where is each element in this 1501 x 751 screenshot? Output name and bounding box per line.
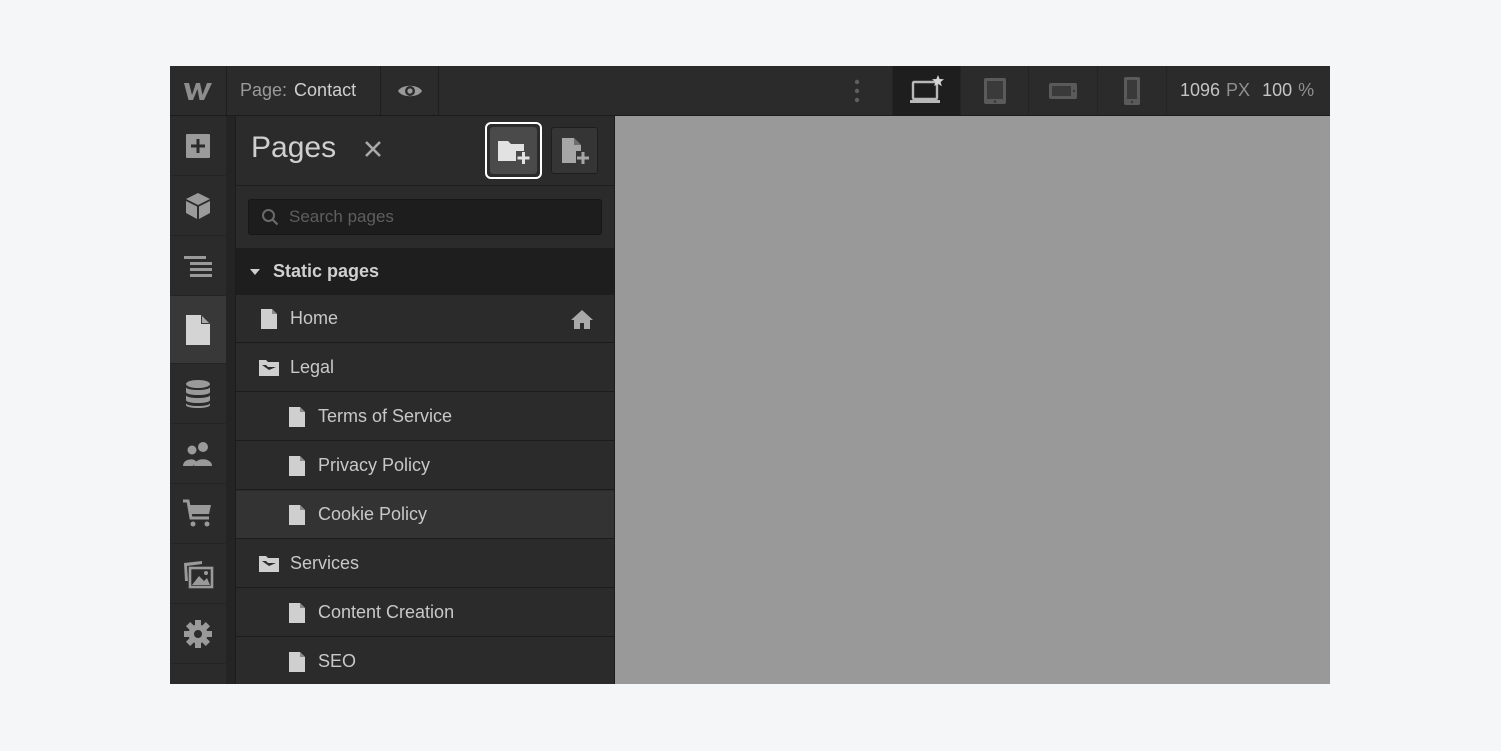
- folder-icon: [259, 359, 279, 376]
- breakpoint-mobile-landscape[interactable]: [1028, 66, 1096, 115]
- eye-icon: [398, 85, 422, 96]
- navigator-panel-button[interactable]: [170, 236, 226, 296]
- page-icon-wrap: [258, 308, 280, 330]
- home-icon: [571, 310, 593, 329]
- mobile-landscape-icon: [1048, 82, 1077, 99]
- folder-icon: [259, 555, 279, 572]
- folder-row[interactable]: Legal: [236, 344, 614, 392]
- zoom-value: 100: [1262, 80, 1293, 100]
- design-canvas[interactable]: [615, 116, 1330, 684]
- page-icon-wrap: [286, 504, 308, 526]
- more-options-button[interactable]: [842, 66, 872, 115]
- current-page-indicator[interactable]: Page: Contact: [227, 66, 381, 115]
- breakpoint-mobile-portrait[interactable]: [1097, 66, 1165, 115]
- users-panel-button[interactable]: [170, 424, 226, 484]
- page-icon-wrap: [286, 602, 308, 624]
- page-row[interactable]: SEO: [236, 638, 614, 684]
- row-label: Services: [290, 553, 360, 573]
- webflow-logo-icon: [184, 82, 212, 100]
- users-icon: [183, 441, 212, 466]
- close-icon: [365, 141, 381, 157]
- section-label: Static pages: [273, 261, 380, 281]
- home-page-badge: [570, 308, 594, 335]
- width-unit: PX: [1226, 80, 1251, 100]
- row-label: Cookie Policy: [318, 504, 428, 524]
- folder-row[interactable]: Services: [236, 540, 614, 588]
- page-plus-icon: [561, 137, 589, 164]
- ecommerce-panel-button[interactable]: [170, 484, 226, 544]
- row-label: Legal: [290, 357, 335, 377]
- page-icon: [289, 602, 305, 623]
- page-row[interactable]: Privacy Policy: [236, 442, 614, 490]
- folder-icon-wrap: [258, 555, 280, 573]
- page-icon: [261, 308, 277, 329]
- gear-icon: [184, 619, 212, 648]
- search-icon: [262, 209, 279, 226]
- static-pages-section-toggle[interactable]: Static pages: [236, 248, 614, 295]
- add-folder-button-inner: [490, 127, 537, 174]
- folder-icon-wrap: [258, 359, 280, 377]
- row-label: Terms of Service: [318, 406, 453, 426]
- database-icon: [186, 379, 210, 408]
- zoom-unit: %: [1298, 80, 1315, 100]
- page-icon: [289, 651, 305, 672]
- add-folder-button[interactable]: [485, 122, 542, 179]
- cube-icon: [186, 192, 210, 219]
- page-row[interactable]: Terms of Service: [236, 393, 614, 441]
- panel-divider: [236, 185, 614, 186]
- add-icon: [186, 133, 210, 158]
- caret-down-icon: [250, 268, 260, 275]
- page-icon-wrap: [286, 406, 308, 428]
- row-label: SEO: [318, 651, 357, 671]
- pages-panel: Pages Search pages Static pages Home Leg…: [235, 116, 615, 684]
- row-label: Privacy Policy: [318, 455, 431, 475]
- breakpoint-desktop[interactable]: [892, 66, 960, 115]
- settings-panel-button[interactable]: [170, 604, 226, 664]
- navigator-icon: [184, 255, 212, 277]
- canvas-dimensions: 1096 PX 100 %: [1166, 66, 1330, 115]
- page-icon: [186, 314, 210, 345]
- page-row[interactable]: Cookie Policy: [236, 491, 614, 539]
- designer-app: Page: Contact 1096 PX 100 % Pages Search…: [170, 66, 1330, 684]
- row-label: Home: [290, 308, 339, 328]
- page-icon: [289, 504, 305, 525]
- cms-panel-button[interactable]: [170, 364, 226, 424]
- page-icon: [289, 406, 305, 427]
- page-icon-wrap: [286, 651, 308, 673]
- page-icon-wrap: [286, 455, 308, 477]
- webflow-logo[interactable]: [170, 66, 227, 115]
- mobile-portrait-icon: [1123, 76, 1140, 105]
- preview-button[interactable]: [382, 66, 439, 115]
- cart-icon: [183, 499, 211, 526]
- symbols-panel-button[interactable]: [170, 176, 226, 236]
- page-row[interactable]: Home: [236, 295, 614, 343]
- add-panel-button[interactable]: [170, 116, 226, 176]
- breakpoint-tablet[interactable]: [960, 66, 1028, 115]
- tablet-icon: [983, 77, 1006, 104]
- assets-icon: [184, 560, 214, 588]
- page-row[interactable]: Content Creation: [236, 589, 614, 637]
- close-panel-button[interactable]: [361, 137, 385, 161]
- search-input[interactable]: [287, 206, 591, 228]
- width-value: 1096: [1180, 80, 1221, 100]
- assets-panel-button[interactable]: [170, 544, 226, 604]
- add-page-button[interactable]: [551, 127, 598, 174]
- desktop-star-icon: [909, 74, 944, 103]
- page-name: Contact: [294, 80, 357, 100]
- folder-plus-icon: [497, 140, 529, 164]
- top-bar: Page: Contact 1096 PX 100 %: [170, 66, 1330, 116]
- page-prefix: Page:: [240, 80, 288, 100]
- page-icon: [289, 455, 305, 476]
- rail-gutter: [226, 116, 235, 684]
- pages-panel-button[interactable]: [170, 296, 226, 364]
- kebab-menu-icon: [854, 79, 860, 102]
- left-toolbar: [170, 116, 227, 684]
- row-label: Content Creation: [318, 602, 455, 622]
- search-field[interactable]: [248, 199, 602, 235]
- panel-title: Pages: [251, 131, 337, 164]
